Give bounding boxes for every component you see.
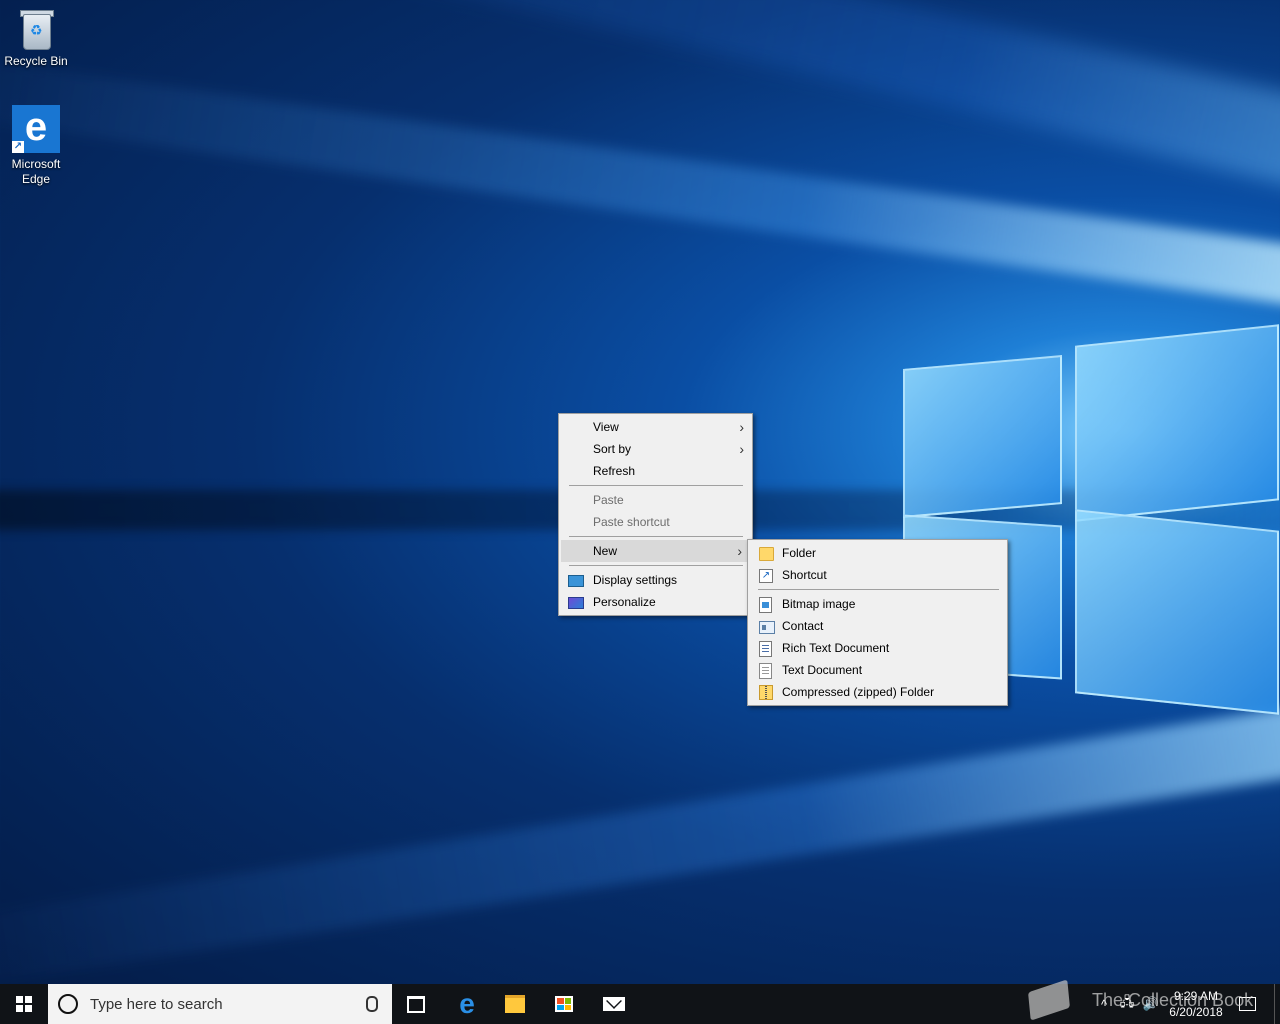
display-settings-icon <box>568 575 584 587</box>
zip-folder-icon <box>759 685 773 700</box>
submenu-item-shortcut[interactable]: ↗ Shortcut <box>748 564 1007 586</box>
menu-item-label: Personalize <box>593 595 656 609</box>
menu-separator <box>569 485 743 486</box>
menu-separator <box>758 589 999 590</box>
chevron-right-icon: › <box>737 543 742 559</box>
menu-separator <box>569 565 743 566</box>
folder-icon <box>759 547 774 561</box>
show-desktop-button[interactable] <box>1274 984 1280 1024</box>
submenu-item-rich-text-document[interactable]: Rich Text Document <box>748 637 1007 659</box>
menu-item-label: Folder <box>782 546 817 560</box>
store-icon <box>555 996 573 1012</box>
menu-item-label: Compressed (zipped) Folder <box>782 685 935 699</box>
recycle-bin-icon: ♻ <box>17 6 55 50</box>
menu-item-label: Sort by <box>593 442 632 456</box>
submenu-item-text-document[interactable]: Text Document <box>748 659 1007 681</box>
menu-item-paste-shortcut: Paste shortcut <box>559 511 752 533</box>
watermark: The Collection Book <box>1028 976 1254 1024</box>
shortcut-icon: ↗ <box>759 569 773 583</box>
taskbar-file-explorer-button[interactable] <box>491 984 539 1024</box>
menu-item-label: Paste shortcut <box>593 515 670 529</box>
menu-item-label: Refresh <box>593 464 636 478</box>
menu-item-label: Text Document <box>782 663 863 677</box>
bitmap-image-icon <box>759 597 772 613</box>
menu-item-label: Paste <box>593 493 624 507</box>
watermark-text: The Collection Book <box>1092 989 1254 1010</box>
menu-item-label: New <box>593 544 618 558</box>
text-document-icon <box>759 663 772 679</box>
search-placeholder: Type here to search <box>90 995 223 1013</box>
menu-item-label: Display settings <box>593 573 678 587</box>
menu-item-label: Contact <box>782 619 824 633</box>
chevron-right-icon: › <box>739 419 744 435</box>
desktop-context-menu: View › Sort by › Refresh Paste Paste sho… <box>558 413 753 616</box>
submenu-item-compressed-folder[interactable]: Compressed (zipped) Folder <box>748 681 1007 703</box>
taskbar-edge-button[interactable]: e <box>443 984 491 1024</box>
taskbar-store-button[interactable] <box>540 984 588 1024</box>
edge-icon: e ↗ <box>12 105 60 153</box>
menu-separator <box>569 536 743 537</box>
menu-item-sort-by[interactable]: Sort by › <box>559 438 752 460</box>
menu-item-label: Rich Text Document <box>782 641 890 655</box>
chevron-right-icon: › <box>739 441 744 457</box>
menu-item-label: Shortcut <box>782 568 827 582</box>
taskbar-search-box[interactable]: Type here to search <box>48 984 392 1024</box>
menu-item-view[interactable]: View › <box>559 416 752 438</box>
menu-item-paste: Paste <box>559 489 752 511</box>
cortana-icon <box>58 994 78 1014</box>
menu-item-refresh[interactable]: Refresh <box>559 460 752 482</box>
submenu-item-contact[interactable]: Contact <box>748 615 1007 637</box>
desktop-icon-label: Microsoft Edge <box>11 157 61 186</box>
menu-item-label: Bitmap image <box>782 597 856 611</box>
shortcut-arrow-icon: ↗ <box>12 141 24 153</box>
menu-item-display-settings[interactable]: Display settings <box>559 569 752 591</box>
submenu-item-bitmap-image[interactable]: Bitmap image <box>748 593 1007 615</box>
edge-icon: e <box>459 988 475 1019</box>
contact-icon <box>759 621 775 634</box>
menu-item-personalize[interactable]: Personalize <box>559 591 752 613</box>
windows-logo-icon <box>16 996 32 1012</box>
submenu-item-folder[interactable]: Folder <box>748 542 1007 564</box>
file-explorer-icon <box>505 995 525 1013</box>
personalize-icon <box>568 597 584 609</box>
menu-item-new[interactable]: New › <box>561 540 750 562</box>
rich-text-document-icon <box>759 641 772 657</box>
task-view-icon <box>407 995 425 1013</box>
task-view-button[interactable] <box>392 984 440 1024</box>
microphone-icon[interactable] <box>366 996 378 1012</box>
menu-item-label: View <box>593 420 619 434</box>
desktop-icon-recycle-bin[interactable]: ♻ Recycle Bin <box>0 6 72 69</box>
new-submenu: Folder ↗ Shortcut Bitmap image Contact R… <box>747 539 1008 706</box>
book-logo-icon <box>1028 979 1070 1021</box>
desktop-icon-label: Recycle Bin <box>4 54 68 68</box>
taskbar-mail-button[interactable] <box>590 984 638 1024</box>
start-button[interactable] <box>0 984 48 1024</box>
mail-icon <box>603 997 625 1011</box>
desktop-icon-microsoft-edge[interactable]: e ↗ Microsoft Edge <box>0 105 72 187</box>
